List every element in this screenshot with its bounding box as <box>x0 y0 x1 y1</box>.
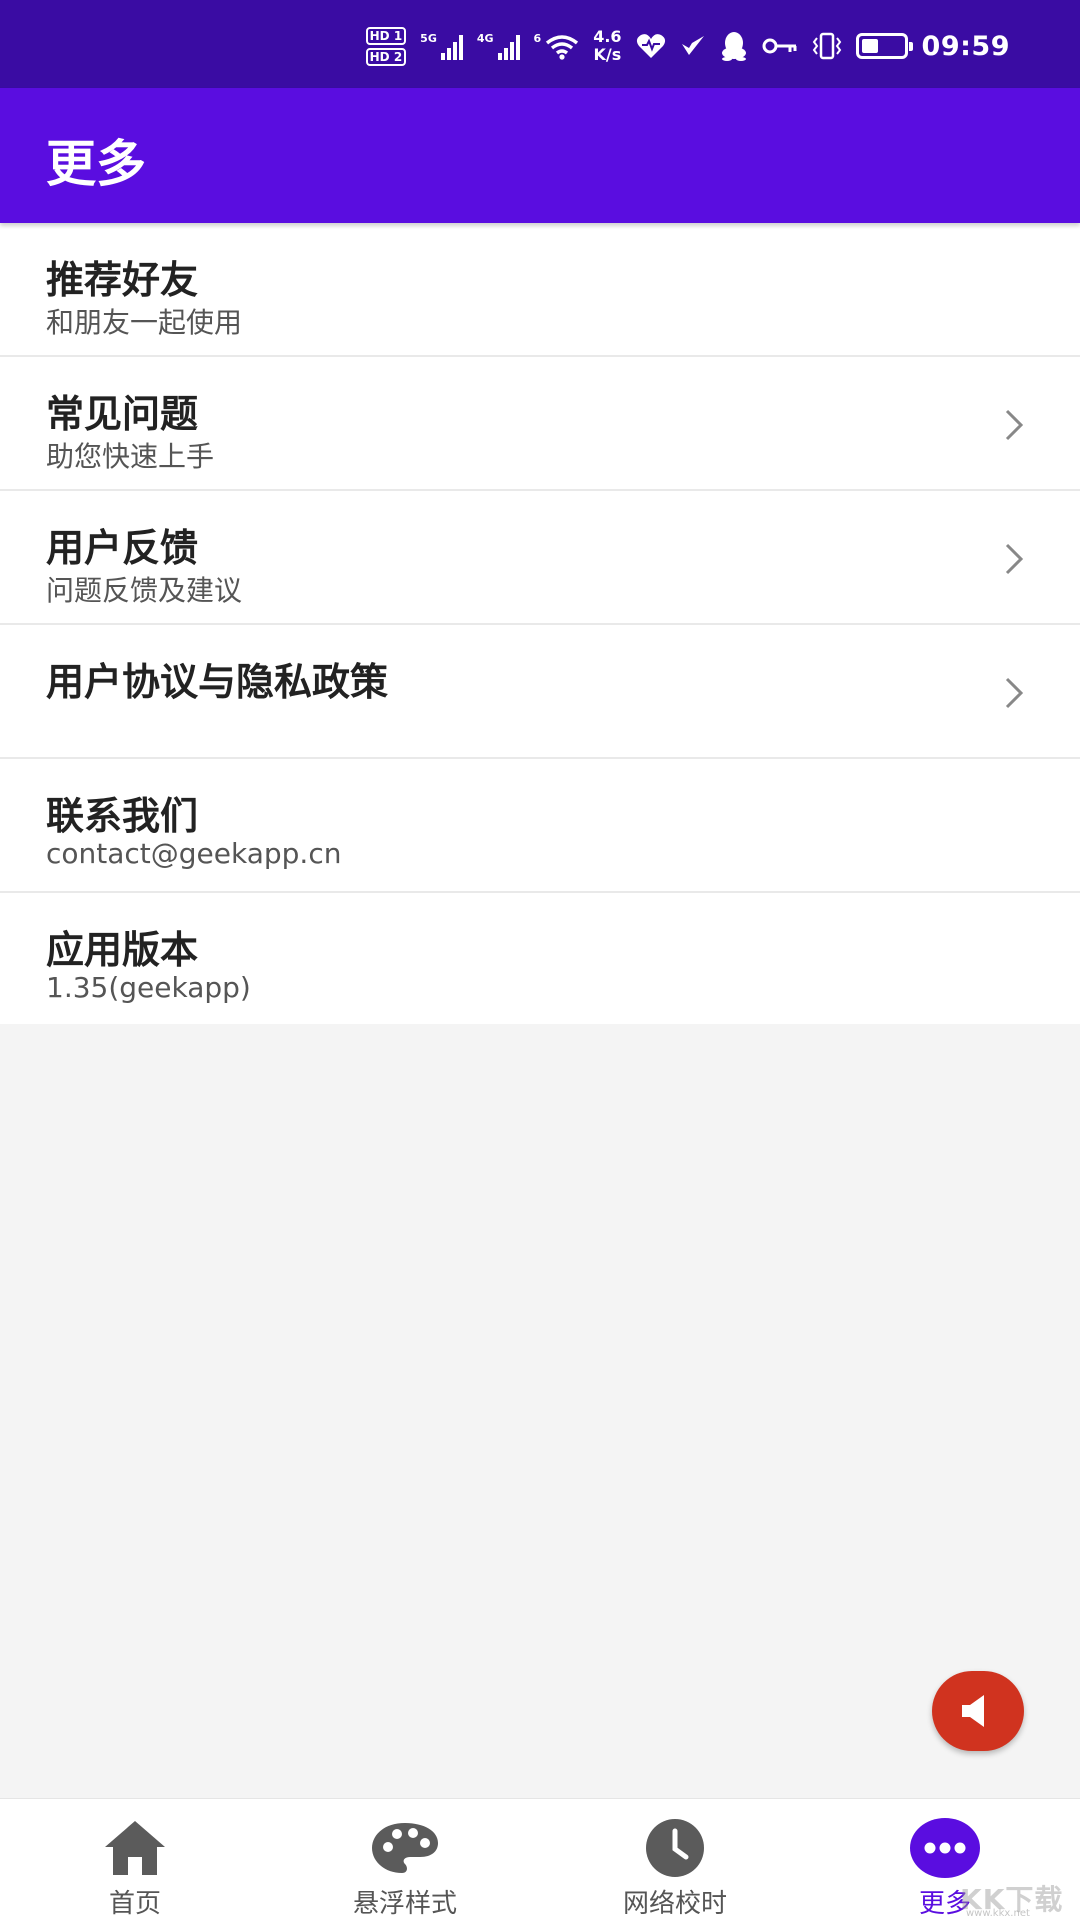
menu-item-title: 推荐好友 <box>46 258 199 302</box>
battery-icon <box>855 33 913 59</box>
hd2-badge: HD 2 <box>365 47 407 66</box>
hd-indicators: HD 1 HD 2 <box>365 26 407 66</box>
check-app-icon <box>680 34 706 58</box>
menu-item-faq[interactable]: 常见问题 助您快速上手 <box>0 357 1080 491</box>
app-bar: 更多 <box>0 88 1080 223</box>
status-bar: HD 1 HD 2 5G 4G 6 4.6 K/s 09:59 <box>0 0 1080 88</box>
bottom-navigation: 首页 悬浮样式 网络校时 更多 <box>0 1798 1080 1920</box>
menu-item-title: 联系我们 <box>46 794 199 838</box>
network-speed: 4.6 K/s <box>593 28 621 64</box>
signal-4g-icon: 4G <box>477 32 520 60</box>
speed-value: 4.6 <box>593 27 622 46</box>
clock-icon <box>639 1817 711 1879</box>
palette-icon <box>369 1817 441 1879</box>
nav-label: 首页 <box>108 1889 161 1919</box>
nav-float-style[interactable]: 悬浮样式 <box>270 1799 540 1920</box>
menu-item-recommend-friends[interactable]: 推荐好友 和朋友一起使用 <box>0 223 1080 357</box>
speed-unit: K/s <box>593 45 622 64</box>
wifi-icon: 6 <box>534 32 580 60</box>
nav-label: 悬浮样式 <box>352 1889 457 1919</box>
page-title: 更多 <box>46 135 146 193</box>
floating-speaker-button[interactable] <box>932 1671 1024 1751</box>
menu-item-title: 用户反馈 <box>46 526 199 570</box>
menu-item-title: 常见问题 <box>46 392 199 436</box>
watermark-url: www.kkx.net <box>966 1908 1030 1919</box>
app-version-value: 1.35(geekapp) <box>46 971 251 1004</box>
home-icon <box>99 1817 171 1879</box>
chevron-right-icon <box>1005 677 1024 709</box>
menu-item-title: 应用版本 <box>46 928 199 972</box>
contact-email: contact@geekapp.cn <box>46 837 342 870</box>
status-icons: HD 1 HD 2 5G 4G 6 4.6 K/s 09:59 <box>365 26 1010 66</box>
health-heart-icon <box>636 33 666 59</box>
more-icon <box>909 1817 981 1879</box>
nav-network-time[interactable]: 网络校时 <box>540 1799 810 1920</box>
menu-item-feedback[interactable]: 用户反馈 问题反馈及建议 <box>0 491 1080 625</box>
qq-penguin-icon <box>720 31 748 61</box>
wifi-gen: 6 <box>533 32 542 45</box>
chevron-right-icon <box>1005 543 1024 575</box>
speaker-icon <box>962 1695 984 1727</box>
status-time: 09:59 <box>921 30 1010 62</box>
settings-list: 推荐好友 和朋友一起使用 常见问题 助您快速上手 用户反馈 问题反馈及建议 用户… <box>0 223 1080 1024</box>
nav-label: 网络校时 <box>622 1889 727 1919</box>
signal-5g-icon: 5G <box>420 32 463 60</box>
vpn-key-icon <box>762 36 798 56</box>
menu-item-app-version[interactable]: 应用版本 1.35(geekapp) <box>0 893 1080 1024</box>
signal1-gen: 5G <box>420 32 437 45</box>
nav-home[interactable]: 首页 <box>0 1799 270 1920</box>
menu-item-contact-us[interactable]: 联系我们 contact@geekapp.cn <box>0 759 1080 893</box>
menu-item-agreement-privacy[interactable]: 用户协议与隐私政策 <box>0 625 1080 759</box>
vibrate-icon <box>812 32 842 60</box>
menu-item-title: 用户协议与隐私政策 <box>46 660 389 704</box>
signal2-gen: 4G <box>476 32 494 45</box>
menu-item-subtitle: 问题反馈及建议 <box>46 574 243 607</box>
menu-item-subtitle: 助您快速上手 <box>46 440 215 473</box>
chevron-right-icon <box>1005 409 1024 441</box>
menu-item-subtitle: 和朋友一起使用 <box>46 306 243 339</box>
hd1-badge: HD 1 <box>365 26 407 45</box>
